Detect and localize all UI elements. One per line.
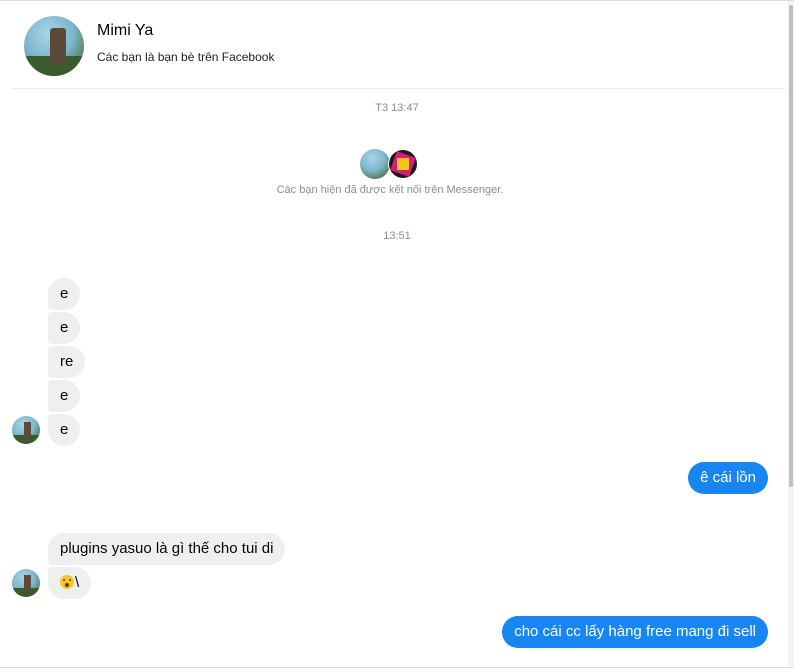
timestamp: 13:51 xyxy=(383,230,411,242)
connected-avatars xyxy=(360,148,420,180)
connection-notice: Các bạn hiện đã được kết nối trên Messen… xyxy=(276,184,504,196)
scrollbar-thumb[interactable] xyxy=(789,5,793,487)
sender-avatar[interactable] xyxy=(12,416,40,444)
messenger-conversation: Mimi Ya Các bạn là bạn bè trên Facebook … xyxy=(0,0,794,668)
incoming-message[interactable]: e xyxy=(48,278,81,310)
incoming-message[interactable]: plugins yasuo là gì thế cho tui di xyxy=(48,533,286,565)
contact-avatar[interactable] xyxy=(24,16,84,76)
avatar-tower xyxy=(50,28,66,64)
conversation-header: Mimi Ya Các bạn là bạn bè trên Facebook xyxy=(24,15,274,77)
header-divider xyxy=(12,88,786,89)
friend-status: Các bạn là bạn bè trên Facebook xyxy=(97,50,275,64)
outgoing-message[interactable]: cho cái cc lấy hàng free mang đi sell xyxy=(502,616,768,648)
own-avatar-small xyxy=(388,149,418,179)
avatar-tower xyxy=(24,575,31,591)
incoming-message[interactable]: e xyxy=(48,414,81,446)
outgoing-message[interactable]: ê cái lồn xyxy=(688,462,768,494)
sender-avatar[interactable] xyxy=(12,569,40,597)
timestamp: T3 13:47 xyxy=(375,102,419,114)
incoming-message[interactable]: e xyxy=(48,380,81,412)
message-text: \ xyxy=(75,574,80,591)
avatar-tower xyxy=(24,422,31,438)
astonished-face-icon xyxy=(60,575,74,589)
contact-info: Mimi Ya Các bạn là bạn bè trên Facebook xyxy=(97,22,275,65)
scrollbar-track[interactable] xyxy=(788,1,794,668)
contact-avatar-small xyxy=(360,149,390,179)
avatar-logo-center xyxy=(397,158,409,170)
incoming-message[interactable]: \ xyxy=(48,567,92,599)
incoming-message[interactable]: e xyxy=(48,312,81,344)
contact-name[interactable]: Mimi Ya xyxy=(97,21,274,41)
incoming-message[interactable]: re xyxy=(48,346,86,378)
